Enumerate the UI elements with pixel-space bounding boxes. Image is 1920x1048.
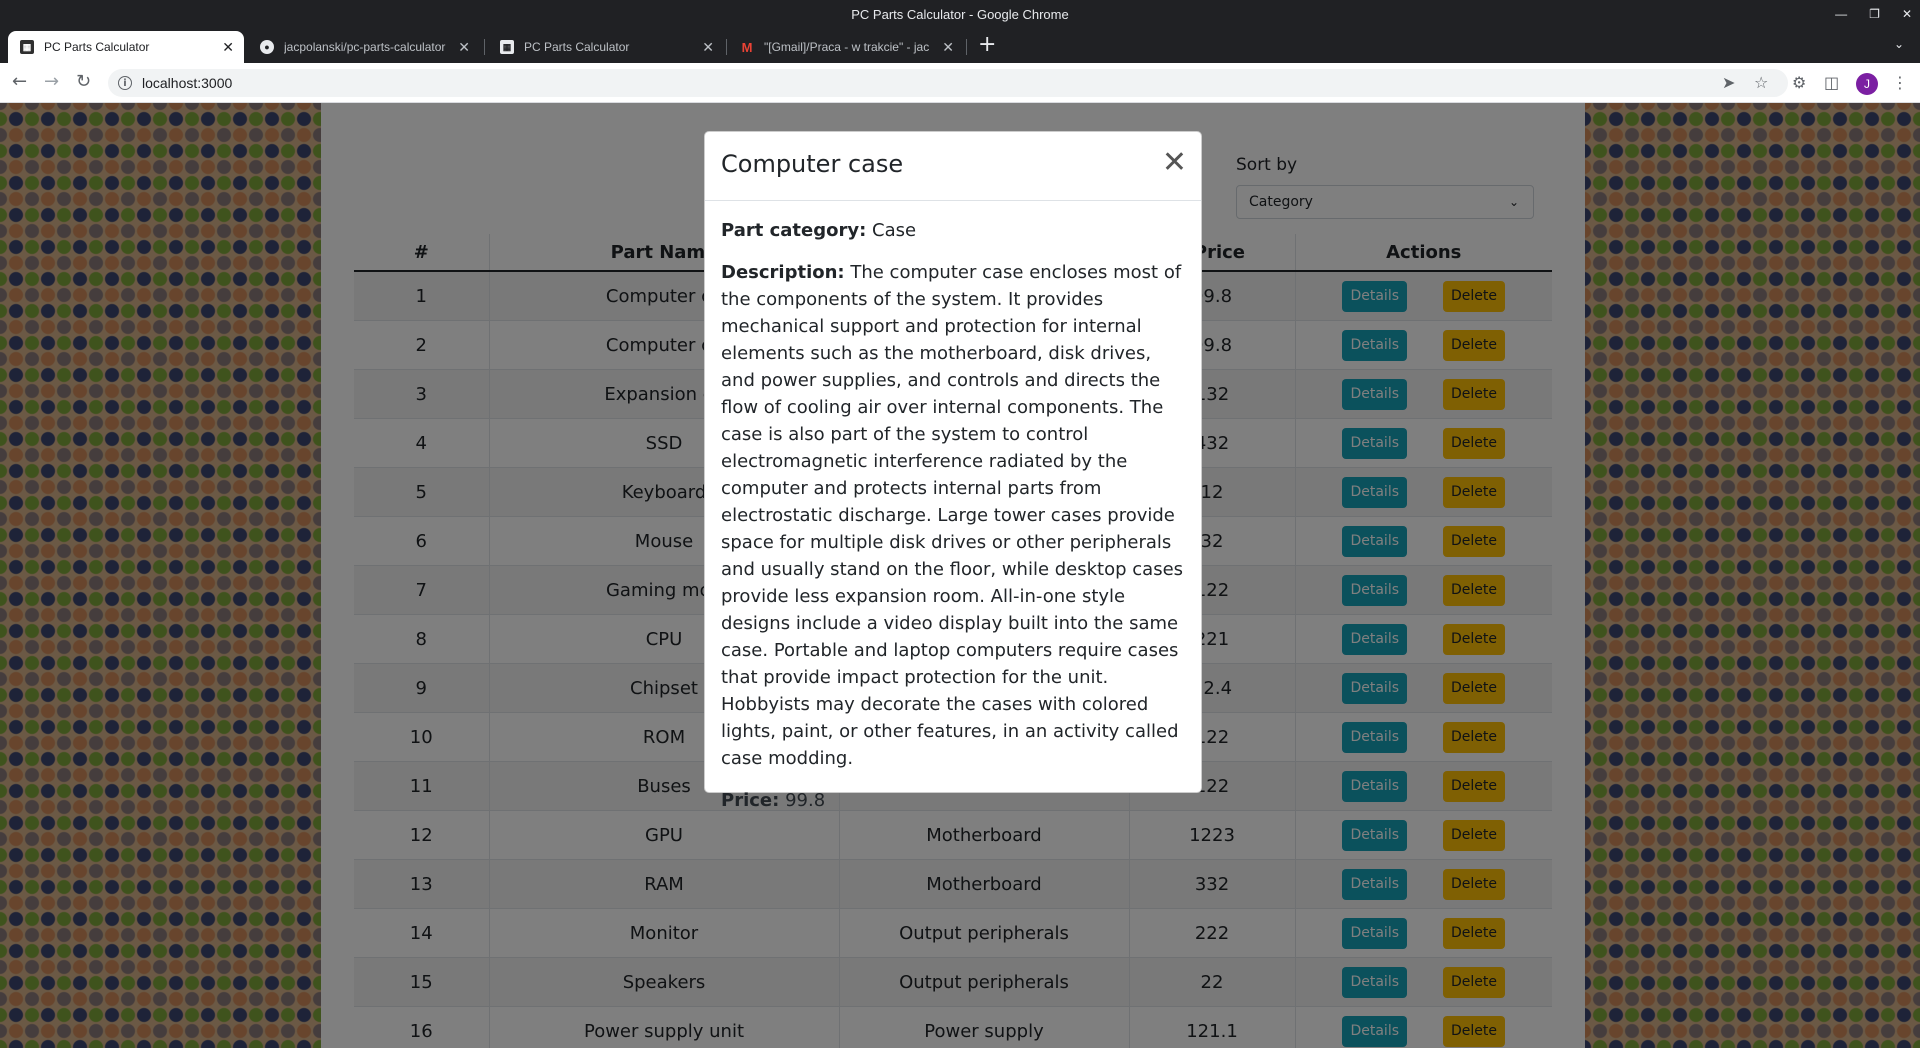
back-icon[interactable]: ← [12, 71, 27, 92]
close-tab-icon[interactable]: ✕ [942, 39, 954, 56]
price-value: 99.8 [785, 790, 826, 811]
send-icon[interactable]: ➤ [1722, 73, 1735, 92]
tab-separator [726, 39, 727, 55]
window-controls: — ❐ ✕ [1835, 0, 1912, 29]
category-line: Part category: Case [721, 217, 1185, 244]
tab-search-icon[interactable]: ⌄ [1894, 37, 1904, 51]
tab-strip: ▦ PC Parts Calculator ✕ ● jacpolanski/pc… [0, 29, 1920, 63]
tab-label: "[Gmail]/Praca - w trakcie" - jac [764, 40, 930, 54]
window-title: PC Parts Calculator - Google Chrome [851, 7, 1069, 22]
window-titlebar: PC Parts Calculator - Google Chrome — ❐ … [0, 0, 1920, 29]
tab-label: jacpolanski/pc-parts-calculator [284, 40, 446, 54]
modal-title: Computer case [721, 150, 904, 178]
category-label: Part category: [721, 220, 867, 241]
minimize-icon[interactable]: — [1835, 0, 1847, 29]
restore-icon[interactable]: ❐ [1869, 0, 1880, 29]
close-tab-icon[interactable]: ✕ [458, 39, 470, 56]
tab-pc-parts-calculator-2[interactable]: ▦ PC Parts Calculator ✕ [488, 31, 724, 63]
tab-gmail[interactable]: M "[Gmail]/Praca - w trakcie" - jac ✕ [728, 31, 964, 63]
category-value: Case [872, 220, 917, 241]
side-panel-icon[interactable]: ◫ [1824, 73, 1839, 92]
modal-header: Computer case ✕ [705, 132, 1201, 201]
tab-separator [484, 39, 485, 55]
extensions-icon[interactable]: ⚙ [1792, 73, 1806, 92]
profile-avatar[interactable]: J [1856, 73, 1878, 95]
gmail-icon: M [741, 39, 753, 55]
url-text[interactable]: localhost:3000 [142, 75, 232, 91]
bookmark-star-icon[interactable]: ☆ [1754, 73, 1768, 92]
tab-separator [966, 39, 967, 55]
page-background: Sort by Category ⌄ # Part Name t Price A… [0, 103, 1920, 1048]
close-window-icon[interactable]: ✕ [1902, 0, 1912, 29]
menu-kebab-icon[interactable]: ⋮ [1892, 73, 1908, 92]
description-value: The computer case encloses most of the c… [721, 262, 1184, 769]
tab-github[interactable]: ● jacpolanski/pc-parts-calculator ✕ [248, 31, 480, 63]
github-icon: ● [260, 40, 274, 54]
tab-label: PC Parts Calculator [44, 40, 150, 54]
close-tab-icon[interactable]: ✕ [702, 39, 714, 56]
close-icon[interactable]: ✕ [1162, 148, 1187, 178]
price-line: Price: 99.8 [721, 787, 1185, 814]
price-label: Price: [721, 790, 780, 811]
modal-body: Part category: Case Description: The com… [705, 201, 1201, 845]
details-modal: Computer case ✕ Part category: Case Desc… [704, 131, 1202, 811]
address-bar[interactable]: i localhost:3000 [108, 69, 1788, 97]
app-icon: ▦ [500, 40, 514, 54]
tab-pc-parts-calculator-1[interactable]: ▦ PC Parts Calculator ✕ [8, 31, 244, 63]
app-icon: ▦ [20, 40, 34, 54]
new-tab-icon[interactable]: + [978, 33, 996, 57]
reload-icon[interactable]: ↻ [76, 71, 91, 92]
tab-label: PC Parts Calculator [524, 40, 630, 54]
description-label: Description: [721, 262, 845, 283]
close-tab-icon[interactable]: ✕ [222, 39, 234, 56]
site-info-icon[interactable]: i [118, 76, 132, 90]
forward-icon[interactable]: → [44, 71, 59, 92]
browser-toolbar: ← → ↻ i localhost:3000 ➤ ☆ ⚙ ◫ J ⋮ [0, 63, 1920, 103]
description-line: Description: The computer case encloses … [721, 259, 1185, 772]
